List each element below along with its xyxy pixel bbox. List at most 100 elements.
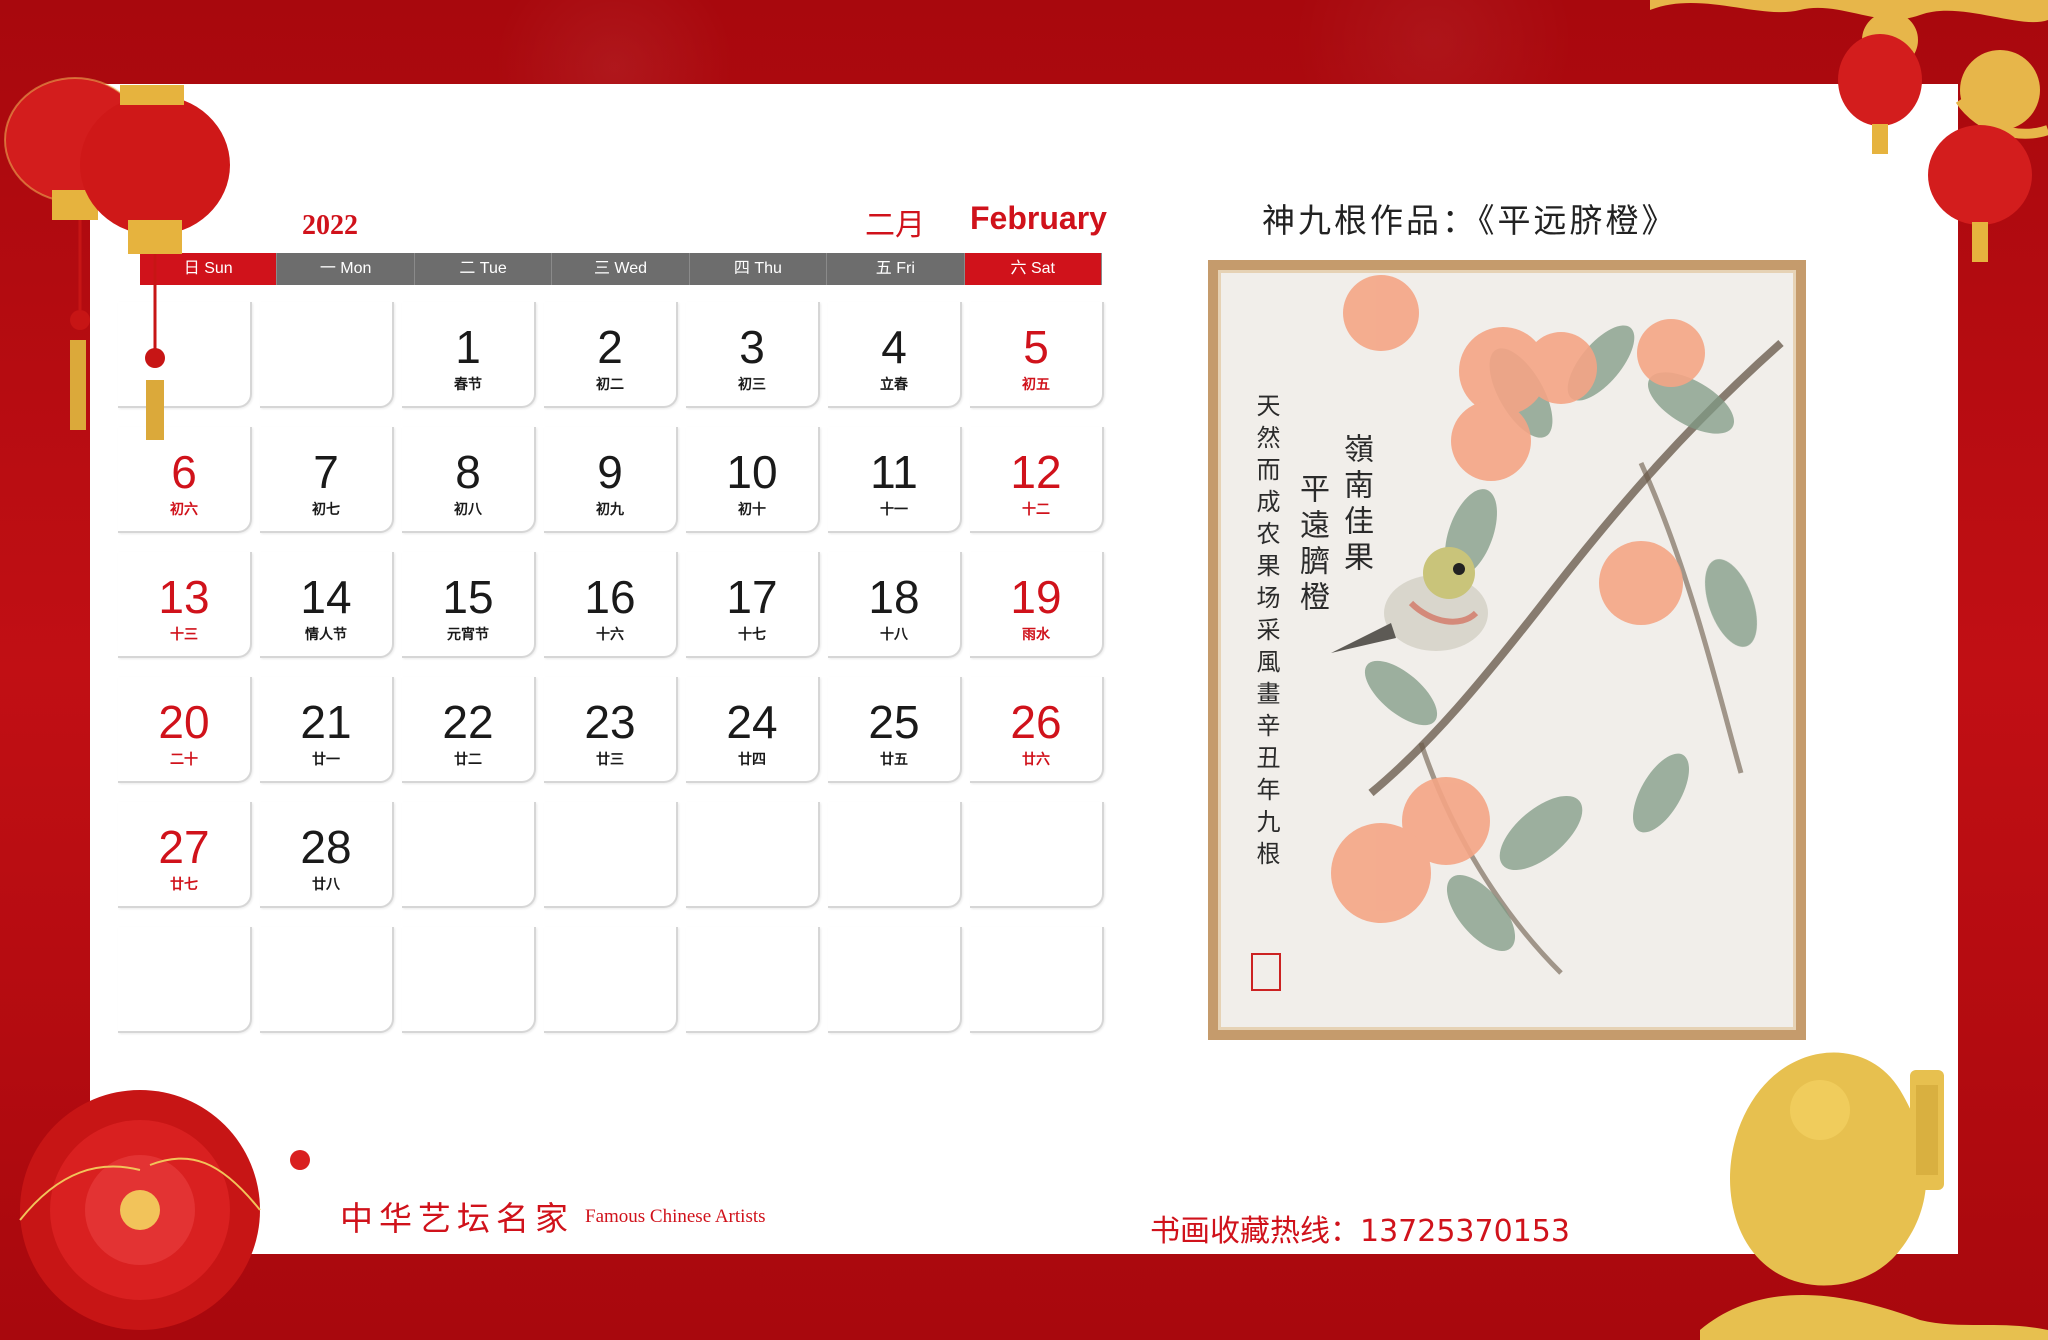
calendar-day-cell bbox=[970, 927, 1104, 1033]
collection-hotline: 书画收藏热线：13725370153 bbox=[1150, 1214, 1570, 1249]
calendar-day-cell bbox=[402, 927, 536, 1033]
lunar-date: 十七 bbox=[738, 627, 766, 643]
poem-line-3: 天然而成农果场采風畫辛丑年九根 bbox=[1252, 393, 1280, 873]
calendar-day-cell: 11 十一 bbox=[828, 427, 962, 533]
calendar-day-cell bbox=[686, 802, 820, 908]
calendar-day-cell: 5 初五 bbox=[970, 302, 1104, 408]
lunar-date: 春节 bbox=[454, 377, 482, 393]
calendar-day-cell: 28 廿八 bbox=[260, 802, 394, 908]
lunar-date: 十六 bbox=[596, 627, 624, 643]
weekday-tue: 二 Tue bbox=[414, 253, 553, 285]
calendar-day-cell: 22 廿二 bbox=[402, 677, 536, 783]
lunar-date: 十二 bbox=[1022, 502, 1050, 518]
lunar-date: 廿七 bbox=[170, 877, 198, 893]
weekday-fri: 五 Fri bbox=[827, 253, 965, 285]
day-number: 6 bbox=[171, 446, 197, 498]
lunar-date: 初五 bbox=[1022, 377, 1050, 393]
painting-frame: 嶺南佳果 平遠臍橙 天然而成农果场采風畫辛丑年九根 bbox=[1208, 260, 1806, 1040]
lunar-date: 初九 bbox=[596, 502, 624, 518]
calendar-day-cell bbox=[544, 927, 678, 1033]
painting-title: 神九根作品：《平远脐橙》 bbox=[1262, 201, 1678, 240]
calendar-day-cell: 16 十六 bbox=[544, 552, 678, 658]
brand-english: Famous Chinese Artists bbox=[585, 1206, 766, 1227]
day-number: 22 bbox=[442, 696, 494, 748]
day-number: 12 bbox=[1010, 446, 1062, 498]
calendar-day-cell: 6 初六 bbox=[118, 427, 252, 533]
day-number: 18 bbox=[868, 571, 920, 623]
artist-seal bbox=[1251, 953, 1281, 991]
calendar-day-cell: 4 立春 bbox=[828, 302, 962, 408]
day-number: 9 bbox=[597, 446, 623, 498]
calendar-day-cell: 14 情人节 bbox=[260, 552, 394, 658]
calendar-day-cell: 2 初二 bbox=[544, 302, 678, 408]
calendar-day-cell: 26 廿六 bbox=[970, 677, 1104, 783]
brand-chinese: 中华艺坛名家 bbox=[340, 1199, 574, 1238]
calendar-day-cell: 10 初十 bbox=[686, 427, 820, 533]
calendar-day-cell: 13 十三 bbox=[118, 552, 252, 658]
day-number: 4 bbox=[881, 321, 907, 373]
calendar-day-cell: 3 初三 bbox=[686, 302, 820, 408]
day-number: 1 bbox=[455, 321, 481, 373]
calendar-day-cell bbox=[260, 927, 394, 1033]
poem-line-2: 平遠臍橙 bbox=[1294, 473, 1329, 617]
calendar-day-cell bbox=[118, 927, 252, 1033]
calendar-day-cell: 8 初八 bbox=[402, 427, 536, 533]
lunar-date: 廿一 bbox=[312, 752, 340, 768]
calendar-day-cell bbox=[828, 927, 962, 1033]
calendar-day-cell: 27 廿七 bbox=[118, 802, 252, 908]
day-number: 15 bbox=[442, 571, 494, 623]
poem-line-1: 嶺南佳果 bbox=[1338, 433, 1373, 577]
day-number: 11 bbox=[870, 446, 918, 498]
calendar-day-cell: 1 春节 bbox=[402, 302, 536, 408]
day-number: 7 bbox=[313, 446, 339, 498]
lunar-date: 十三 bbox=[170, 627, 198, 643]
weekday-sat: 六 Sat bbox=[964, 253, 1102, 285]
lunar-date: 廿二 bbox=[454, 752, 482, 768]
lunar-date: 雨水 bbox=[1022, 627, 1050, 643]
lunar-date: 初六 bbox=[170, 502, 198, 518]
calendar-day-cell bbox=[402, 802, 536, 908]
lunar-date: 廿四 bbox=[738, 752, 766, 768]
calendar-day-cell bbox=[686, 927, 820, 1033]
cloud-ornament-icon bbox=[1650, 0, 2048, 262]
day-number: 13 bbox=[158, 571, 210, 623]
calendar-year: 2022 bbox=[302, 210, 358, 241]
lunar-date: 元宵节 bbox=[447, 627, 489, 643]
lunar-date: 初二 bbox=[596, 377, 624, 393]
calendar-day-cell bbox=[544, 802, 678, 908]
day-number: 8 bbox=[455, 446, 481, 498]
weekday-header: 日 Sun 一 Mon 二 Tue 三 Wed 四 Thu 五 Fri 六 Sa… bbox=[140, 253, 1102, 285]
calendar-day-cell: 17 十七 bbox=[686, 552, 820, 658]
day-number: 21 bbox=[300, 696, 352, 748]
day-number: 10 bbox=[726, 446, 778, 498]
lunar-date: 廿五 bbox=[880, 752, 908, 768]
peony-flower-icon bbox=[19, 1090, 310, 1330]
lunar-date: 二十 bbox=[170, 752, 198, 768]
day-number: 17 bbox=[726, 571, 778, 623]
calendar-day-cell: 20 二十 bbox=[118, 677, 252, 783]
day-number: 23 bbox=[584, 696, 636, 748]
month-english: February bbox=[970, 200, 1107, 236]
day-number: 14 bbox=[300, 571, 352, 623]
day-number: 19 bbox=[1010, 571, 1062, 623]
lunar-date: 情人节 bbox=[305, 627, 347, 643]
weekday-thu: 四 Thu bbox=[689, 253, 828, 285]
calendar-day-cell bbox=[260, 302, 394, 408]
calendar-day-cell: 25 廿五 bbox=[828, 677, 962, 783]
calendar-day-cell bbox=[828, 802, 962, 908]
day-number: 3 bbox=[739, 321, 765, 373]
lunar-date: 初三 bbox=[738, 377, 766, 393]
calendar-day-cell: 15 元宵节 bbox=[402, 552, 536, 658]
day-number: 2 bbox=[597, 321, 623, 373]
calendar-day-cell: 7 初七 bbox=[260, 427, 394, 533]
month-chinese: 二月 bbox=[865, 208, 925, 243]
lunar-date: 十八 bbox=[880, 627, 908, 643]
day-number: 25 bbox=[868, 696, 920, 748]
lunar-date: 初十 bbox=[738, 502, 766, 518]
day-number: 26 bbox=[1010, 696, 1062, 748]
weekday-wed: 三 Wed bbox=[552, 253, 690, 285]
lunar-date: 廿六 bbox=[1022, 752, 1050, 768]
lunar-date: 初七 bbox=[312, 502, 340, 518]
tiger-papercut-icon bbox=[1700, 1052, 2048, 1340]
lunar-date: 初八 bbox=[454, 502, 482, 518]
